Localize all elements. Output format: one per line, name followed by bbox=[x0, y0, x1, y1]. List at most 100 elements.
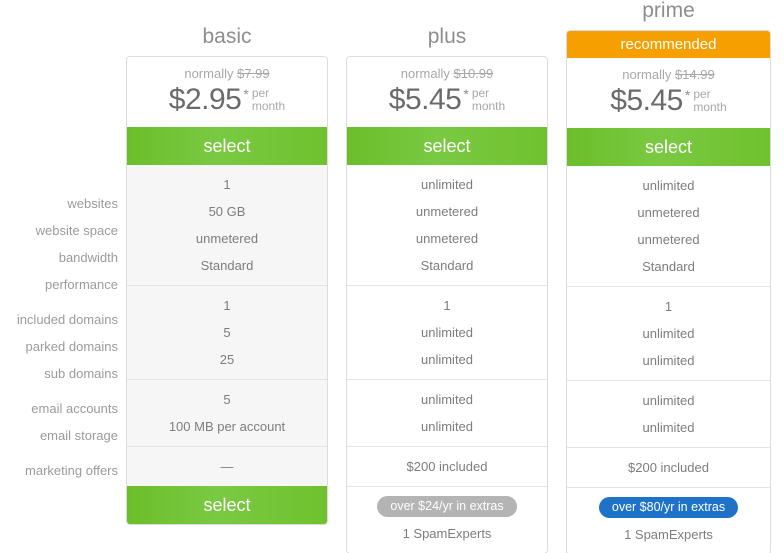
feature-label-column: websites website space bandwidth perform… bbox=[0, 190, 118, 484]
value-bandwidth-prime: unmetered bbox=[637, 232, 700, 247]
price-asterisk: * bbox=[243, 86, 249, 102]
normal-price-basic: normally $7.99 bbox=[127, 66, 327, 82]
feature-group-email-plus: unlimited unlimited bbox=[347, 379, 547, 446]
normally-word: normally bbox=[622, 67, 672, 82]
feature-group-hosting-basic: 1 50 GB unmetered Standard bbox=[127, 165, 327, 285]
price-asterisk: * bbox=[684, 87, 691, 103]
plan-title-basic: basic bbox=[202, 25, 252, 48]
old-price-value: $14.99 bbox=[674, 67, 715, 82]
value-email-accounts-prime: unlimited bbox=[642, 393, 695, 408]
feature-label-sub-domains: sub domains bbox=[44, 366, 118, 381]
value-sub-domains-plus: unlimited bbox=[420, 352, 474, 367]
feature-label-performance: performance bbox=[45, 277, 118, 292]
value-email-accounts-plus: unlimited bbox=[420, 392, 474, 407]
extras-badge-row-prime: over $80/yr in extras bbox=[567, 494, 770, 521]
value-performance-plus: Standard bbox=[420, 258, 474, 273]
price-period: per month bbox=[693, 85, 726, 114]
normally-word: normally bbox=[184, 66, 234, 81]
value-included-domains-plus: 1 bbox=[443, 298, 451, 313]
value-email-storage-plus: unlimited bbox=[420, 419, 474, 434]
extras-badge-prime: over $80/yr in extras bbox=[598, 497, 739, 518]
value-spam-experts-prime: 1 SpamExperts bbox=[624, 527, 713, 542]
value-included-domains-prime: 1 bbox=[664, 299, 673, 314]
price-asterisk: * bbox=[463, 86, 469, 102]
plan-card-prime: recommended normally $14.99 $5.45 * per … bbox=[566, 30, 771, 553]
feature-list-basic: 1 50 GB unmetered Standard 1 5 25 5 100 … bbox=[127, 165, 327, 486]
value-parked-domains-prime: unlimited bbox=[642, 326, 695, 341]
value-sub-domains-basic: 25 bbox=[219, 352, 235, 367]
price-period: per month bbox=[472, 84, 505, 113]
feature-group-extras-prime: over $80/yr in extras 1 SpamExperts bbox=[567, 487, 770, 553]
feature-group-marketing-prime: $200 included bbox=[567, 447, 770, 487]
price-amount: $5.45 bbox=[610, 84, 683, 117]
period-line-2: month bbox=[471, 99, 506, 113]
value-website-space-basic: 50 GB bbox=[208, 204, 246, 219]
feature-label-websites: websites bbox=[67, 196, 118, 211]
feature-group-domains-basic: 1 5 25 bbox=[127, 285, 327, 379]
normal-price-prime: normally $14.99 bbox=[567, 67, 770, 83]
plan-column-basic: basic normally $7.99 $2.95 * per month s… bbox=[126, 26, 328, 525]
feature-group-extras-plus: over $24/yr in extras 1 SpamExperts bbox=[347, 486, 547, 553]
feature-list-plus: unlimited unmetered unmetered Standard 1… bbox=[347, 165, 547, 553]
period-line-2: month bbox=[693, 100, 727, 114]
current-price-plus: $5.45 * per month bbox=[347, 82, 547, 116]
feature-label-included-domains: included domains bbox=[16, 312, 118, 327]
feature-label-email-storage: email storage bbox=[39, 428, 118, 443]
period-line-2: month bbox=[251, 99, 286, 113]
price-amount: $5.45 bbox=[388, 83, 462, 116]
select-button-basic-bottom[interactable]: select bbox=[127, 486, 327, 524]
old-price-value: $10.99 bbox=[453, 66, 494, 81]
price-box-prime: normally $14.99 $5.45 * per month bbox=[567, 58, 770, 128]
feature-group-hosting-prime: unlimited unmetered unmetered Standard bbox=[567, 166, 770, 286]
extras-badge-plus: over $24/yr in extras bbox=[377, 496, 517, 517]
normally-word: normally bbox=[400, 66, 450, 81]
label-divider-gap-1 bbox=[0, 298, 118, 306]
plan-column-plus: plus normally $10.99 $5.45 * per month s… bbox=[346, 26, 548, 553]
extras-badge-row-plus: over $24/yr in extras bbox=[347, 493, 547, 520]
feature-group-marketing-basic: — bbox=[127, 446, 327, 486]
feature-group-marketing-plus: $200 included bbox=[347, 446, 547, 486]
price-box-basic: normally $7.99 $2.95 * per month bbox=[127, 57, 327, 127]
recommended-banner-prime: recommended bbox=[567, 31, 770, 58]
pricing-comparison-table: websites website space bandwidth perform… bbox=[0, 0, 784, 553]
feature-group-email-prime: unlimited unlimited bbox=[567, 380, 770, 447]
feature-label-email-accounts: email accounts bbox=[31, 401, 118, 416]
feature-label-bandwidth: bandwidth bbox=[58, 250, 118, 265]
plan-card-basic: normally $7.99 $2.95 * per month select … bbox=[126, 56, 328, 525]
feature-group-hosting-plus: unlimited unmetered unmetered Standard bbox=[347, 165, 547, 285]
value-marketing-offers-plus: $200 included bbox=[406, 459, 488, 474]
select-button-prime-top[interactable]: select bbox=[567, 128, 770, 166]
label-divider-gap-2 bbox=[0, 387, 118, 395]
select-button-plus-top[interactable]: select bbox=[347, 127, 547, 165]
value-parked-domains-plus: unlimited bbox=[420, 325, 474, 340]
value-parked-domains-basic: 5 bbox=[223, 325, 231, 340]
value-email-accounts-basic: 5 bbox=[223, 392, 231, 407]
plan-card-plus: normally $10.99 $5.45 * per month select… bbox=[346, 56, 548, 553]
value-marketing-offers-basic: — bbox=[220, 459, 234, 474]
value-websites-prime: unlimited bbox=[642, 178, 695, 193]
current-price-prime: $5.45 * per month bbox=[567, 83, 770, 117]
value-bandwidth-plus: unmetered bbox=[415, 231, 479, 246]
value-websites-plus: unlimited bbox=[420, 177, 474, 192]
old-price-value: $7.99 bbox=[237, 66, 270, 81]
value-websites-basic: 1 bbox=[223, 177, 231, 192]
plan-title-prime: prime bbox=[642, 0, 695, 22]
value-marketing-offers-prime: $200 included bbox=[628, 460, 709, 475]
value-website-space-plus: unmetered bbox=[415, 204, 479, 219]
normal-price-plus: normally $10.99 bbox=[347, 66, 547, 82]
value-website-space-prime: unmetered bbox=[637, 205, 700, 220]
value-email-storage-prime: unlimited bbox=[642, 420, 695, 435]
value-email-storage-basic: 100 MB per account bbox=[168, 419, 286, 434]
current-price-basic: $2.95 * per month bbox=[127, 82, 327, 116]
price-amount: $2.95 bbox=[168, 83, 242, 116]
period-line-1: per bbox=[251, 86, 270, 100]
period-line-1: per bbox=[693, 87, 711, 101]
feature-group-domains-plus: 1 unlimited unlimited bbox=[347, 285, 547, 379]
label-divider-gap-3 bbox=[0, 449, 118, 457]
price-period: per month bbox=[252, 84, 285, 113]
feature-label-marketing-offers: marketing offers bbox=[25, 463, 118, 478]
feature-label-parked-domains: parked domains bbox=[25, 339, 119, 354]
feature-label-website-space: website space bbox=[35, 223, 118, 238]
period-line-1: per bbox=[471, 86, 490, 100]
select-button-basic-top[interactable]: select bbox=[127, 127, 327, 165]
